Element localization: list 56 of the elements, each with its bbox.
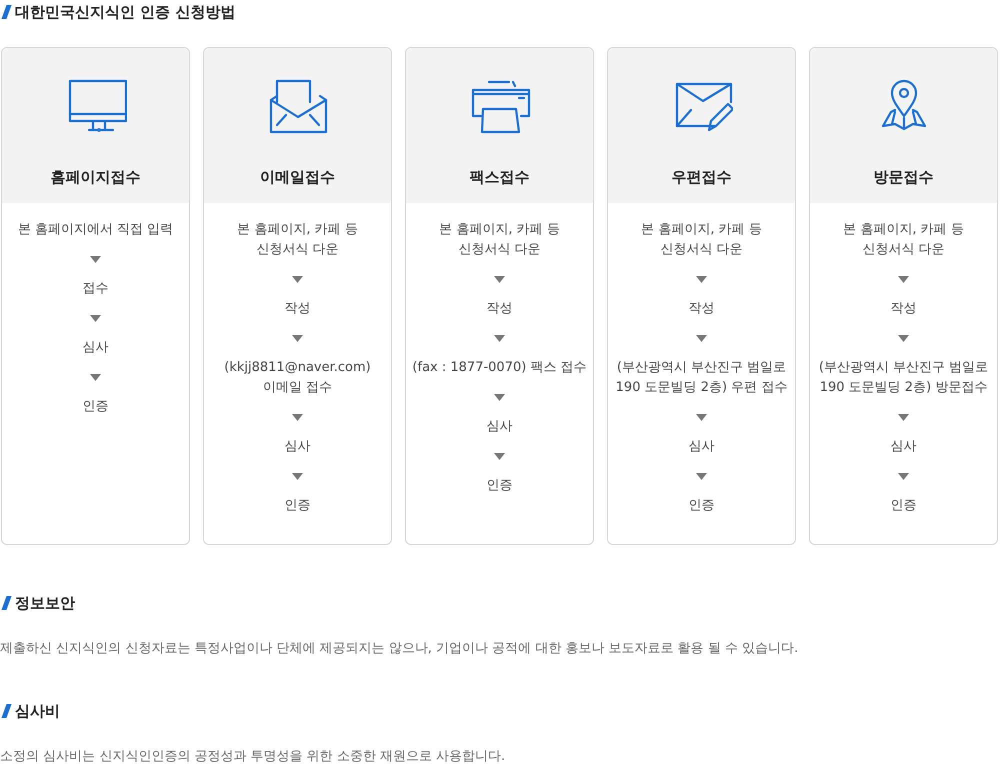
step-text: 인증 <box>890 497 916 515</box>
down-triangle-icon <box>696 414 707 421</box>
down-triangle-icon <box>292 335 303 342</box>
heading-accent-icon <box>1 5 12 19</box>
step-text: 작성 <box>890 300 916 318</box>
down-triangle-icon <box>898 276 909 283</box>
down-triangle-icon <box>90 256 101 263</box>
step-text: 작성 <box>284 300 310 318</box>
page-title: 대한민국신지식인 인증 신청방법 <box>15 2 236 22</box>
step-text: 인증 <box>688 497 714 515</box>
method-name: 이메일접수 <box>260 168 335 187</box>
down-triangle-icon <box>494 394 505 401</box>
step-text: 본 홈페이지, 카페 등 신청서식 다운 <box>843 221 964 259</box>
down-triangle-icon <box>898 335 909 342</box>
step-text: 본 홈페이지, 카페 등 신청서식 다운 <box>237 221 358 259</box>
step-text: 인증 <box>82 398 108 416</box>
step-text: 접수 <box>82 280 108 298</box>
section-text: 제출하신 신지식인의 신청자료는 특정사업이나 단체에 제공되지는 않으나, 기업이나 공적에 대한 홍보나 보도자료로 활용 될 수 있습니다. <box>0 640 800 657</box>
down-triangle-icon <box>696 473 707 480</box>
down-triangle-icon <box>898 473 909 480</box>
step-text: 본 홈페이지, 카페 등 신청서식 다운 <box>641 221 762 259</box>
step-text: (부산광역시 부산진구 범일로 190 도문빌딩 2층) 우편 접수 <box>616 359 788 397</box>
step-text: 작성 <box>688 300 714 318</box>
method-name: 팩스접수 <box>470 168 530 187</box>
down-triangle-icon <box>90 315 101 322</box>
method-name: 방문접수 <box>874 168 934 187</box>
step-text: 인증 <box>284 497 310 515</box>
step-text: 인증 <box>486 477 512 495</box>
section-heading: 심사비 <box>15 702 60 720</box>
down-triangle-icon <box>696 335 707 342</box>
method-name: 우편접수 <box>672 168 732 187</box>
step-text: 본 홈페이지에서 직접 입력 <box>18 221 174 239</box>
down-triangle-icon <box>494 276 505 283</box>
step-text: 심사 <box>284 438 310 456</box>
down-triangle-icon <box>292 473 303 480</box>
method-name: 홈페이지접수 <box>50 168 140 187</box>
down-triangle-icon <box>696 276 707 283</box>
step-text: 심사 <box>82 339 108 357</box>
down-triangle-icon <box>292 276 303 283</box>
down-triangle-icon <box>292 414 303 421</box>
heading-accent-icon <box>1 596 12 610</box>
section-heading: 정보보안 <box>15 594 75 612</box>
step-text: 작성 <box>486 300 512 318</box>
step-text: (부산광역시 부산진구 범일로 190 도문빌딩 2층) 방문접수 <box>818 359 988 397</box>
down-triangle-icon <box>898 414 909 421</box>
step-text: 심사 <box>486 418 512 436</box>
step-text: 심사 <box>890 438 916 456</box>
down-triangle-icon <box>494 453 505 460</box>
down-triangle-icon <box>494 335 505 342</box>
down-triangle-icon <box>90 374 101 381</box>
step-text: (kkjj8811@naver.com) 이메일 접수 <box>224 359 371 397</box>
step-text: 심사 <box>688 438 714 456</box>
step-text: 본 홈페이지, 카페 등 신청서식 다운 <box>439 221 560 259</box>
section-text: 소정의 심사비는 신지식인인증의 공정성과 투명성을 위한 소중한 재원으로 사용합니다. <box>0 748 506 765</box>
step-text: (fax : 1877-0070) 팩스 접수 <box>412 359 587 377</box>
heading-accent-icon <box>1 704 12 718</box>
